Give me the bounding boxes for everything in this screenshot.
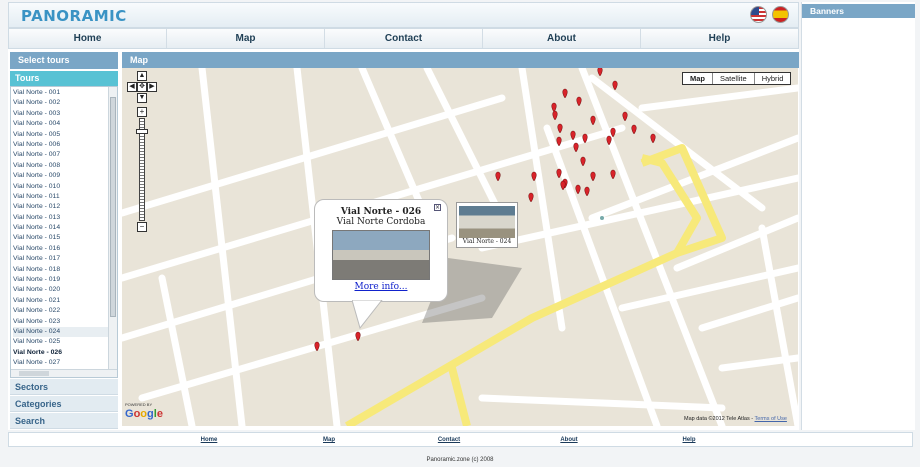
tour-list-item[interactable]: Vial Norte - 020 xyxy=(13,285,117,295)
footer-nav: Home Map Contact About Help xyxy=(8,432,913,447)
site-header: PANORAMIC xyxy=(8,2,799,28)
tour-list-item[interactable]: Vial Norte - 019 xyxy=(13,275,117,285)
info-window-title: Vial Norte - 026 xyxy=(340,207,422,217)
map-copyright: Map data ©2012 Tele Atlas - Terms of Use xyxy=(684,416,787,422)
nav-help[interactable]: Help xyxy=(641,29,798,48)
tour-list-item[interactable]: Vial Norte - 024 xyxy=(13,326,117,338)
tours-sidebar: Select tours Tours Vial Norte - 001 Vial … xyxy=(10,52,118,430)
google-logo-g2: g xyxy=(147,408,154,420)
categories-section[interactable]: Categories xyxy=(10,396,118,412)
banners-header: Banners xyxy=(802,4,915,18)
tour-list-item[interactable]: Vial Norte - 007 xyxy=(13,150,117,160)
footer-map-link[interactable]: Map xyxy=(269,433,389,446)
footer-contact-link[interactable]: Contact xyxy=(389,433,509,446)
tours-vertical-scrollbar[interactable] xyxy=(108,87,117,369)
pan-right-button[interactable]: ▶ xyxy=(147,82,157,92)
map-type-satellite[interactable]: Satellite xyxy=(713,73,755,84)
tour-list-item[interactable]: Vial Norte - 001 xyxy=(13,88,117,98)
tour-list-item[interactable]: Vial Norte - 014 xyxy=(13,223,117,233)
pan-left-button[interactable]: ◀ xyxy=(127,82,137,92)
main-column: PANORAMIC Home Map Contact About Help Se… xyxy=(8,2,799,430)
pan-up-button[interactable]: ▲ xyxy=(137,71,147,81)
footer-copyright: Panoramic.zone (c) 2008 xyxy=(426,457,494,463)
spanish-flag-icon[interactable] xyxy=(772,6,789,23)
poi-marker xyxy=(600,216,604,220)
english-flag-icon[interactable] xyxy=(750,6,767,23)
nav-map[interactable]: Map xyxy=(167,29,325,48)
tour-list-item[interactable]: Vial Norte - 008 xyxy=(13,161,117,171)
main-nav: Home Map Contact About Help xyxy=(8,28,799,49)
right-column: Banners xyxy=(801,2,915,430)
tour-list-item[interactable]: Vial Norte - 015 xyxy=(13,233,117,243)
tour-list-item[interactable]: Vial Norte - 016 xyxy=(13,244,117,254)
panorama-preview-image[interactable] xyxy=(332,230,430,280)
tour-list-item[interactable]: Vial Norte - 002 xyxy=(13,98,117,108)
tour-list-item[interactable]: Vial Norte - 021 xyxy=(13,296,117,306)
tour-list-item[interactable]: Vial Norte - 026 xyxy=(13,348,117,358)
powered-by-label: POWERED BY xyxy=(125,402,153,407)
footer-home-link[interactable]: Home xyxy=(149,433,269,446)
tour-list-item[interactable]: Vial Norte - 011 xyxy=(13,192,117,202)
tour-list-item[interactable]: Vial Norte - 017 xyxy=(13,254,117,264)
google-logo-e: e xyxy=(156,408,163,420)
zoom-out-button[interactable]: − xyxy=(137,222,147,232)
terms-of-use-link[interactable]: Terms of Use xyxy=(755,416,787,422)
map-header: Map xyxy=(122,52,799,68)
pan-center-button[interactable]: ✥ xyxy=(137,82,147,92)
map-type-hybrid[interactable]: Hybrid xyxy=(755,73,791,84)
tour-list-item[interactable]: Vial Norte - 013 xyxy=(13,213,117,223)
map-type-map[interactable]: Map xyxy=(683,73,713,84)
tours-section-header[interactable]: Tours xyxy=(10,71,118,86)
tour-list-item[interactable]: Vial Norte - 023 xyxy=(13,317,117,327)
info-window: × Vial Norte - 026 Vial Norte Cordoba Mo… xyxy=(314,199,448,302)
tour-list-item[interactable]: Vial Norte - 010 xyxy=(13,182,117,192)
tour-list-item[interactable]: Vial Norte - 022 xyxy=(13,306,117,316)
more-info-link[interactable]: More info... xyxy=(315,282,447,292)
footer-about-link[interactable]: About xyxy=(509,433,629,446)
select-tours-header: Select tours xyxy=(10,52,118,69)
sectors-section[interactable]: Sectors xyxy=(10,379,118,395)
footer-help-link[interactable]: Help xyxy=(629,433,749,446)
tour-thumbnail-image xyxy=(459,206,515,238)
tour-thumbnail-label: Vial Norte - 024 xyxy=(462,238,512,245)
search-section[interactable]: Search xyxy=(10,413,118,429)
nav-about[interactable]: About xyxy=(483,29,641,48)
tours-listbox[interactable]: Vial Norte - 001 Vial Norte - 002 Vial Nor… xyxy=(10,86,118,378)
map-type-control: Map Satellite Hybrid xyxy=(682,72,792,85)
tour-list: Vial Norte - 001 Vial Norte - 002 Vial Nor… xyxy=(11,87,117,377)
scroll-thumb[interactable] xyxy=(110,97,116,317)
tour-list-item[interactable]: Vial Norte - 005 xyxy=(13,130,117,140)
google-map[interactable]: ▲ ◀ ✥ ▶ ▼ + − Map Satellite Hybrid × Via… xyxy=(122,68,798,426)
zoom-in-button[interactable]: + xyxy=(137,107,147,117)
info-window-subtitle: Vial Norte Cordoba xyxy=(336,217,426,227)
nav-home[interactable]: Home xyxy=(9,29,167,48)
map-zoom-control: ▲ ◀ ✥ ▶ ▼ + − xyxy=(127,71,157,232)
tour-list-item[interactable]: Vial Norte - 009 xyxy=(13,171,117,181)
tour-list-item[interactable]: Vial Norte - 018 xyxy=(13,265,117,275)
scroll-thumb[interactable] xyxy=(19,371,49,376)
tour-list-item[interactable]: Vial Norte - 012 xyxy=(13,202,117,212)
info-window-tail xyxy=(352,300,383,330)
zoom-slider-knob[interactable] xyxy=(136,129,148,134)
tour-thumbnail-card[interactable]: Vial Norte - 024 xyxy=(456,202,518,248)
google-logo-g: G xyxy=(125,408,134,420)
tour-list-item[interactable]: Vial Norte - 027 xyxy=(13,358,117,368)
close-icon[interactable]: × xyxy=(434,204,441,211)
map-data-text: Map data ©2012 Tele Atlas - xyxy=(684,416,754,422)
tour-list-item[interactable]: Vial Norte - 006 xyxy=(13,140,117,150)
map-panel: Map ▲ ◀ ✥ ▶ ▼ + − Map Satellite Hybrid ×… xyxy=(122,52,799,430)
pan-down-button[interactable]: ▼ xyxy=(137,93,147,103)
tour-list-item[interactable]: Vial Norte - 025 xyxy=(13,337,117,347)
tours-horizontal-scrollbar[interactable] xyxy=(11,369,117,377)
tour-list-item[interactable]: Vial Norte - 003 xyxy=(13,109,117,119)
nav-contact[interactable]: Contact xyxy=(325,29,483,48)
google-logo[interactable]: Google xyxy=(125,408,163,420)
site-logo[interactable]: PANORAMIC xyxy=(21,7,127,25)
tour-list-item[interactable]: Vial Norte - 004 xyxy=(13,119,117,129)
